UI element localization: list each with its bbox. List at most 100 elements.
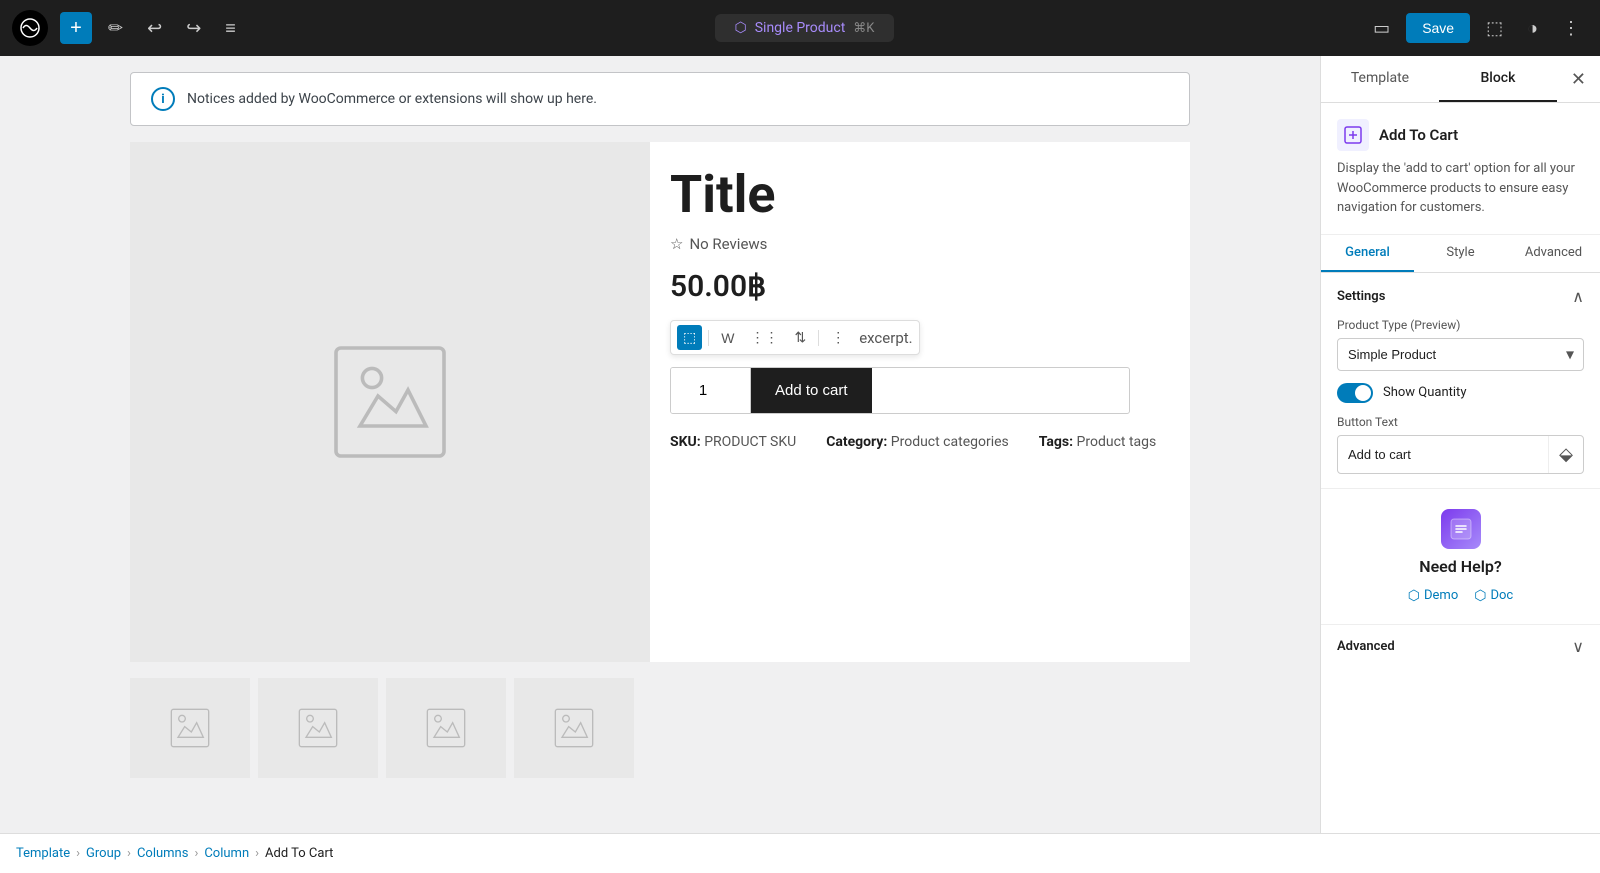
toolbar: + ✏ ↩ ↪ ≡ ⬡ Single Product ⌘K ▭ Save ⬚ ◑… xyxy=(0,0,1600,56)
sidebar-close-button[interactable]: ✕ xyxy=(1557,59,1600,100)
doc-link[interactable]: ⬡ Doc xyxy=(1474,588,1513,604)
advanced-header[interactable]: Advanced ∨ xyxy=(1337,637,1584,656)
button-text-icon[interactable]: ⬙ xyxy=(1548,436,1583,473)
undo-button[interactable]: ↩ xyxy=(139,12,170,45)
breadcrumb-column[interactable]: Column xyxy=(204,846,249,861)
block-more-button[interactable]: ⋮ xyxy=(825,325,851,350)
block-w-button[interactable]: W xyxy=(715,326,740,350)
block-type-button[interactable]: ⬚ xyxy=(677,325,702,350)
show-quantity-toggle[interactable] xyxy=(1337,383,1373,403)
style-subtab[interactable]: Style xyxy=(1414,235,1507,272)
layout-button[interactable]: ⬚ xyxy=(1478,12,1511,45)
thumbnail-2[interactable] xyxy=(258,678,378,778)
more-options-button[interactable]: ⋮ xyxy=(1554,12,1588,45)
save-button[interactable]: Save xyxy=(1406,13,1470,43)
sidebar-header: Template Block ✕ xyxy=(1321,56,1600,103)
block-arrows-button[interactable]: ⇅ xyxy=(788,325,812,350)
breadcrumb-arrow-4: › xyxy=(255,846,259,861)
need-help-icon xyxy=(1441,509,1481,549)
document-overview-button[interactable]: ≡ xyxy=(217,12,244,45)
category-value: Product categories xyxy=(891,434,1009,450)
product-type-select-wrapper: Simple Product Variable Product Grouped … xyxy=(1337,338,1584,371)
product-category: Category: Product categories xyxy=(826,434,1009,450)
block-description: Display the 'add to cart' option for all… xyxy=(1337,159,1584,218)
canvas-area: i Notices added by WooCommerce or extens… xyxy=(0,56,1320,833)
general-subtab[interactable]: General xyxy=(1321,235,1414,272)
demo-link[interactable]: ⬡ Demo xyxy=(1408,588,1458,604)
add-to-cart-section: Add to cart xyxy=(670,367,1130,414)
view-button[interactable]: ▭ xyxy=(1365,12,1398,45)
product-price: 50.00฿ xyxy=(670,269,1170,304)
toolbar-center: ⬡ Single Product ⌘K xyxy=(252,14,1357,42)
thumbnail-4[interactable] xyxy=(514,678,634,778)
page-title: Single Product xyxy=(755,20,846,36)
category-label: Category: xyxy=(826,434,887,450)
block-tab[interactable]: Block xyxy=(1439,56,1557,102)
sku-value: PRODUCT SKU xyxy=(704,434,796,450)
theme-button[interactable]: ◑ xyxy=(1519,12,1546,45)
button-text-input[interactable] xyxy=(1338,439,1548,470)
tags-value: Product tags xyxy=(1077,434,1157,450)
notice-icon: i xyxy=(151,87,175,111)
block-toolbar: ⬚ W ⋮⋮ ⇅ ⋮ excerpt. xyxy=(670,320,920,355)
redo-button[interactable]: ↪ xyxy=(178,12,209,45)
toolbar-divider-2 xyxy=(818,330,819,346)
product-type-select[interactable]: Simple Product Variable Product Grouped … xyxy=(1337,338,1584,371)
wp-logo[interactable] xyxy=(12,10,48,46)
reviews-text: No Reviews xyxy=(689,235,767,253)
block-info: Add To Cart Display the 'add to cart' op… xyxy=(1321,103,1600,235)
breadcrumb-columns[interactable]: Columns xyxy=(137,846,189,861)
breadcrumb-template[interactable]: Template xyxy=(16,846,70,861)
settings-chevron-icon[interactable]: ∧ xyxy=(1572,287,1584,306)
advanced-chevron-icon: ∨ xyxy=(1572,637,1584,656)
breadcrumb-bar: Template › Group › Columns › Column › Ad… xyxy=(0,833,1600,873)
keyboard-shortcut: ⌘K xyxy=(853,21,874,36)
block-name: Add To Cart xyxy=(1379,126,1458,144)
star-icon: ☆ xyxy=(670,235,683,253)
add-block-button[interactable]: + xyxy=(60,12,92,44)
button-text-row: ⬙ xyxy=(1337,435,1584,474)
toolbar-right: ▭ Save ⬚ ◑ ⋮ xyxy=(1365,12,1588,45)
product-meta: SKU: PRODUCT SKU Category: Product categ… xyxy=(670,434,1170,450)
advanced-subtab[interactable]: Advanced xyxy=(1507,235,1600,272)
thumbnail-3[interactable] xyxy=(386,678,506,778)
breadcrumb-group[interactable]: Group xyxy=(86,846,121,861)
settings-section-header: Settings ∧ xyxy=(1337,287,1584,306)
quantity-input[interactable] xyxy=(671,368,751,413)
doc-icon: ⬡ xyxy=(1474,588,1486,604)
breadcrumb-arrow-3: › xyxy=(194,846,198,861)
product-tags: Tags: Product tags xyxy=(1039,434,1156,450)
settings-section: Settings ∧ Product Type (Preview) Simple… xyxy=(1321,273,1600,489)
advanced-section: Advanced ∨ xyxy=(1321,625,1600,668)
product-image-placeholder xyxy=(310,322,470,482)
page-title-pill[interactable]: ⬡ Single Product ⌘K xyxy=(715,14,895,42)
need-help-title: Need Help? xyxy=(1419,557,1502,576)
thumbnail-1[interactable] xyxy=(130,678,250,778)
demo-label: Demo xyxy=(1424,588,1458,603)
product-reviews: ☆ No Reviews xyxy=(670,235,1170,253)
product-sku: SKU: PRODUCT SKU xyxy=(670,434,796,450)
show-quantity-label: Show Quantity xyxy=(1383,385,1466,400)
settings-title: Settings xyxy=(1337,289,1385,304)
show-quantity-row: Show Quantity xyxy=(1337,383,1584,403)
sidebar: Template Block ✕ Add To Cart Display the… xyxy=(1320,56,1600,833)
demo-icon: ⬡ xyxy=(1408,588,1420,604)
product-type-label: Product Type (Preview) xyxy=(1337,318,1584,332)
product-image-section xyxy=(130,142,650,662)
toolbar-divider xyxy=(708,330,709,346)
notice-banner: i Notices added by WooCommerce or extens… xyxy=(130,72,1190,126)
doc-label: Doc xyxy=(1490,588,1513,603)
button-text-label: Button Text xyxy=(1337,415,1584,429)
need-help-section: Need Help? ⬡ Demo ⬡ Doc xyxy=(1321,489,1600,625)
main-layout: i Notices added by WooCommerce or extens… xyxy=(0,56,1600,833)
template-tab[interactable]: Template xyxy=(1321,56,1439,102)
add-to-cart-button[interactable]: Add to cart xyxy=(751,368,872,413)
edit-mode-button[interactable]: ✏ xyxy=(100,12,131,45)
excerpt-text: excerpt. xyxy=(859,329,912,347)
block-drag-button[interactable]: ⋮⋮ xyxy=(744,325,784,350)
thumbnail-gallery xyxy=(130,678,1190,778)
breadcrumb-arrow-1: › xyxy=(76,846,80,861)
product-title: Title xyxy=(670,166,1170,223)
breadcrumb-arrow-2: › xyxy=(127,846,131,861)
breadcrumb-add-to-cart[interactable]: Add To Cart xyxy=(265,846,333,861)
